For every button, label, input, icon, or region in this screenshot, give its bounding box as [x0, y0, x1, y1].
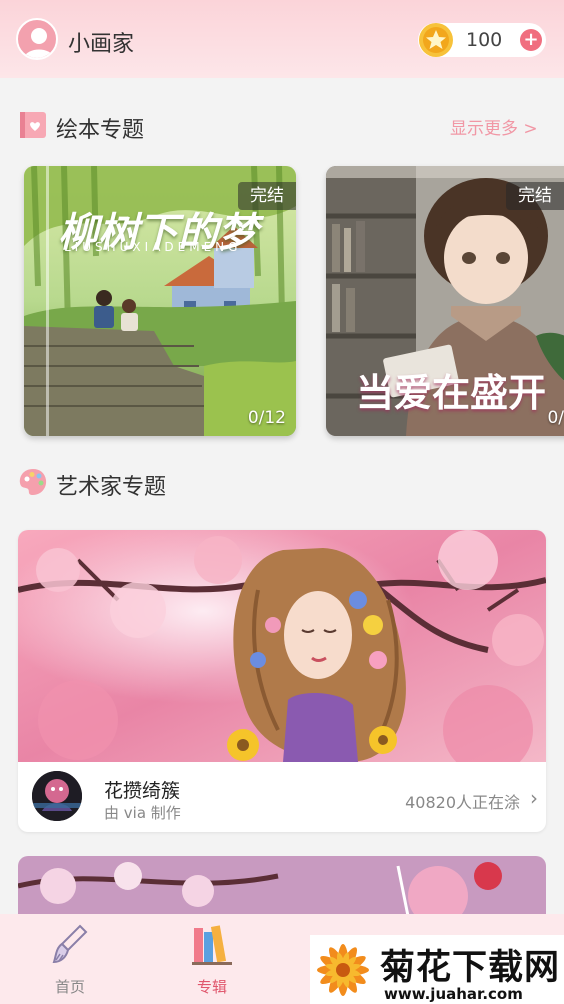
- book-subtitle: LIUSHUXIADEMENG: [64, 240, 242, 254]
- nav-item-home[interactable]: 首页: [20, 914, 120, 1004]
- artist-card-1[interactable]: 花攒绮簇 由 via 制作 40820人正在涂 ›: [18, 530, 546, 832]
- brush-icon: [52, 924, 88, 964]
- nav-item-albums[interactable]: 专辑: [162, 914, 262, 1004]
- section-title-picture-books: 绘本专题: [56, 118, 145, 143]
- status-badge: 完结: [238, 182, 296, 210]
- coloring-count: 40820人正在涂: [405, 793, 520, 812]
- add-coins-button[interactable]: +: [520, 29, 542, 51]
- book-card-1[interactable]: 柳树下的梦 LIUSHUXIADEMENG 完结 0/12: [24, 166, 296, 436]
- watermark-url: www.juahar.com: [384, 985, 523, 1003]
- book-progress: 0/: [547, 408, 564, 428]
- watermark: 菊花下载网 www.juahar.com: [310, 935, 564, 1004]
- artist-banner-image: [18, 530, 546, 762]
- artist-avatar-image: [32, 771, 82, 821]
- coin-count: 100: [466, 29, 503, 51]
- artist-avatar[interactable]: [32, 771, 82, 821]
- coin-icon: [419, 23, 453, 57]
- book-title: 当爱在盛开: [356, 371, 547, 415]
- username: 小画家: [68, 32, 135, 57]
- chrysanthemum-logo: [317, 944, 369, 996]
- user-avatar[interactable]: [16, 18, 58, 60]
- nav-label-albums: 专辑: [196, 978, 227, 996]
- show-more-link[interactable]: 显示更多 >: [450, 114, 538, 139]
- book-progress: 0/12: [247, 408, 286, 428]
- chevron-right-icon: ›: [530, 786, 538, 810]
- book-card-2[interactable]: 当爱在盛开 完结 0/: [326, 166, 564, 436]
- artist-credit: 由 via 制作: [104, 804, 181, 822]
- book-heart-icon: [20, 112, 46, 138]
- palette-icon: [19, 469, 47, 495]
- watermark-text: 菊花下载网: [380, 948, 561, 988]
- coin-balance[interactable]: 100 +: [418, 23, 546, 57]
- user-icon: [23, 28, 55, 58]
- artist-collection-title: 花攒绮簇: [104, 780, 181, 802]
- top-bar: 小画家 100 +: [0, 0, 564, 78]
- status-badge: 完结: [506, 182, 564, 210]
- books-icon: [192, 925, 232, 965]
- section-title-artists: 艺术家专题: [56, 475, 167, 500]
- nav-label-home: 首页: [54, 978, 85, 996]
